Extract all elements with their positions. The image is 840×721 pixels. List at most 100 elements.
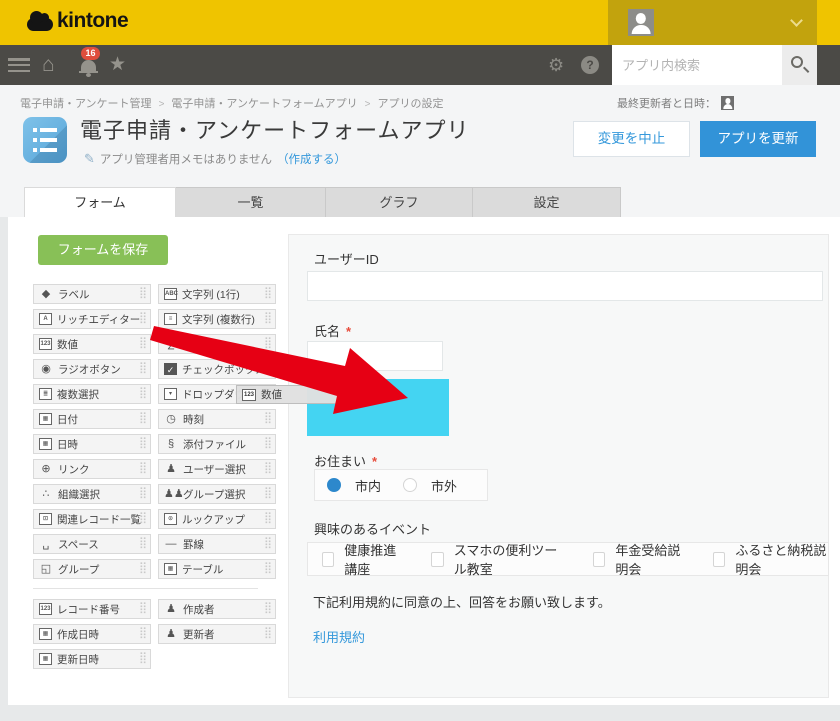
palette-item-label: ルックアップ (182, 512, 245, 527)
drag-handle[interactable]: ⣿ (139, 438, 147, 449)
breadcrumb-item[interactable]: 電子申請・アンケートフォームアプリ (171, 98, 357, 110)
drag-handle[interactable]: ⣿ (264, 603, 272, 614)
palette-item-field-group[interactable]: ◱グループ⣿ (33, 559, 151, 579)
palette-item-link[interactable]: ⊕リンク⣿ (33, 459, 151, 479)
palette-item-hr[interactable]: —罫線⣿ (158, 534, 276, 554)
checkbox-icon[interactable] (593, 552, 605, 567)
checkbox-option-0[interactable]: 健康推進講座 (322, 540, 405, 578)
drag-handle[interactable]: ⣿ (264, 413, 272, 424)
cancel-changes-button[interactable]: 変更を中止 (573, 121, 690, 157)
calc-icon: ∑ (164, 338, 178, 351)
radio-option-0[interactable]: 市内 (327, 476, 381, 495)
name-input[interactable] (307, 341, 443, 371)
checkbox-icon[interactable] (431, 552, 443, 567)
drag-handle[interactable]: ⣿ (139, 388, 147, 399)
tab-form[interactable]: フォーム (24, 187, 176, 217)
radio-selected-icon[interactable] (327, 478, 341, 492)
drag-handle[interactable]: ⣿ (264, 313, 272, 324)
drag-handle[interactable]: ⣿ (264, 513, 272, 524)
drag-handle[interactable]: ⣿ (139, 563, 147, 574)
radio-option-1[interactable]: 市外 (403, 476, 457, 495)
updater-avatar[interactable] (721, 96, 734, 110)
palette-item-datetime[interactable]: ▦日時⣿ (33, 434, 151, 454)
palette-item-calc[interactable]: ∑計算⣿ (158, 334, 276, 354)
drag-handle[interactable]: ⣿ (264, 628, 272, 639)
checkbox-icon[interactable] (322, 552, 334, 567)
palette-item-time[interactable]: ◷時刻⣿ (158, 409, 276, 429)
breadcrumb-item[interactable]: アプリの設定 (377, 98, 443, 110)
drag-handle[interactable]: ⣿ (264, 488, 272, 499)
user-menu[interactable] (608, 0, 817, 45)
palette-item-number[interactable]: 123数値⣿ (33, 334, 151, 354)
search-button[interactable] (782, 45, 817, 85)
kintone-logo[interactable]: kintone (27, 9, 128, 33)
home-icon[interactable]: ⌂ (42, 45, 55, 85)
palette-item-radio[interactable]: ◉ラジオボタン⣿ (33, 359, 151, 379)
palette-item-table[interactable]: ▦テーブル⣿ (158, 559, 276, 579)
hamburger-menu-icon[interactable] (8, 58, 30, 72)
palette-item-richtext[interactable]: Aリッチエディター⣿ (33, 309, 151, 329)
terms-link[interactable]: 利用規約 (313, 627, 365, 646)
drag-handle[interactable]: ⣿ (139, 413, 147, 424)
update-app-button[interactable]: アプリを更新 (700, 121, 816, 157)
tab-list[interactable]: 一覧 (176, 187, 326, 217)
palette-item-multiline[interactable]: ≡文字列 (複数行)⣿ (158, 309, 276, 329)
drag-handle[interactable]: ⣿ (139, 513, 147, 524)
drag-handle[interactable]: ⣿ (139, 313, 147, 324)
drag-handle[interactable]: ⣿ (139, 338, 147, 349)
drag-handle[interactable]: ⣿ (139, 488, 147, 499)
drag-handle[interactable]: ⣿ (264, 463, 272, 474)
palette-item-date[interactable]: ▦作成日時⣿ (33, 624, 151, 644)
drag-handle[interactable]: ⣿ (139, 288, 147, 299)
palette-item-number[interactable]: 123レコード番号⣿ (33, 599, 151, 619)
drag-handle[interactable]: ⣿ (139, 603, 147, 614)
radio-unselected-icon[interactable] (403, 478, 417, 492)
palette-item-org[interactable]: ∴組織選択⣿ (33, 484, 151, 504)
checkbox-option-2[interactable]: 年金受給説明会 (593, 540, 687, 578)
tab-settings[interactable]: 設定 (473, 187, 621, 217)
drag-handle[interactable]: ⣿ (264, 438, 272, 449)
drag-handle[interactable]: ⣿ (139, 538, 147, 549)
palette-item-lookup[interactable]: ⊙ルックアップ⣿ (158, 509, 276, 529)
search-input[interactable] (612, 45, 782, 85)
palette-item-user[interactable]: ♟ユーザー選択⣿ (158, 459, 276, 479)
checkbox-icon[interactable] (713, 552, 725, 567)
palette-item-text[interactable]: ABC文字列 (1行)⣿ (158, 284, 276, 304)
palette-item-group-users[interactable]: ♟♟グループ選択⣿ (158, 484, 276, 504)
drag-handle[interactable]: ⣿ (139, 463, 147, 474)
drag-handle[interactable]: ⣿ (264, 563, 272, 574)
palette-item-attachment[interactable]: §添付ファイル⣿ (158, 434, 276, 454)
palette-item-related-records[interactable]: ⊡関連レコード一覧⣿ (33, 509, 151, 529)
checkbox-option-3[interactable]: ふるさと納税説明会 (713, 540, 828, 578)
avatar[interactable] (628, 9, 654, 36)
palette-item-multiselect[interactable]: ≣複数選択⣿ (33, 384, 151, 404)
palette-item-space[interactable]: ␣スペース⣿ (33, 534, 151, 554)
palette-item-user[interactable]: ♟作成者⣿ (158, 599, 276, 619)
notification-badge[interactable]: 16 (81, 47, 100, 60)
help-icon[interactable]: ? (581, 56, 599, 74)
palette-item-user[interactable]: ♟更新者⣿ (158, 624, 276, 644)
drag-handle[interactable]: ⣿ (264, 538, 272, 549)
dragged-field-ghost[interactable]: 123 数値 ⣿ (236, 385, 352, 404)
attachment-icon: § (164, 438, 178, 451)
userid-input[interactable] (307, 271, 823, 301)
gear-icon[interactable]: ⚙ (548, 45, 564, 85)
favorites-star-icon[interactable]: ★ (109, 45, 126, 85)
palette-item-date[interactable]: ▦更新日時⣿ (33, 649, 151, 669)
palette-item-tag[interactable]: ◆ラベル⣿ (33, 284, 151, 304)
palette-item-date[interactable]: ▦日付⣿ (33, 409, 151, 429)
memo-create-link[interactable]: （作成する） (277, 151, 346, 167)
drag-handle[interactable]: ⣿ (264, 363, 272, 374)
breadcrumb-item[interactable]: 電子申請・アンケート管理 (20, 98, 152, 110)
tab-graph[interactable]: グラフ (326, 187, 473, 217)
drag-handle[interactable]: ⣿ (139, 653, 147, 664)
notification-bell-icon[interactable] (81, 60, 96, 73)
checkbox-option-1[interactable]: スマホの便利ツール教室 (431, 540, 567, 578)
drag-handle[interactable]: ⣿ (264, 288, 272, 299)
memo-pencil-icon: ✎ (84, 151, 95, 167)
palette-item-checkbox[interactable]: ✓チェックボックス⣿ (158, 359, 276, 379)
drag-handle[interactable]: ⣿ (139, 363, 147, 374)
save-form-button[interactable]: フォームを保存 (38, 235, 168, 265)
drag-handle[interactable]: ⣿ (139, 628, 147, 639)
drag-handle[interactable]: ⣿ (264, 338, 272, 349)
